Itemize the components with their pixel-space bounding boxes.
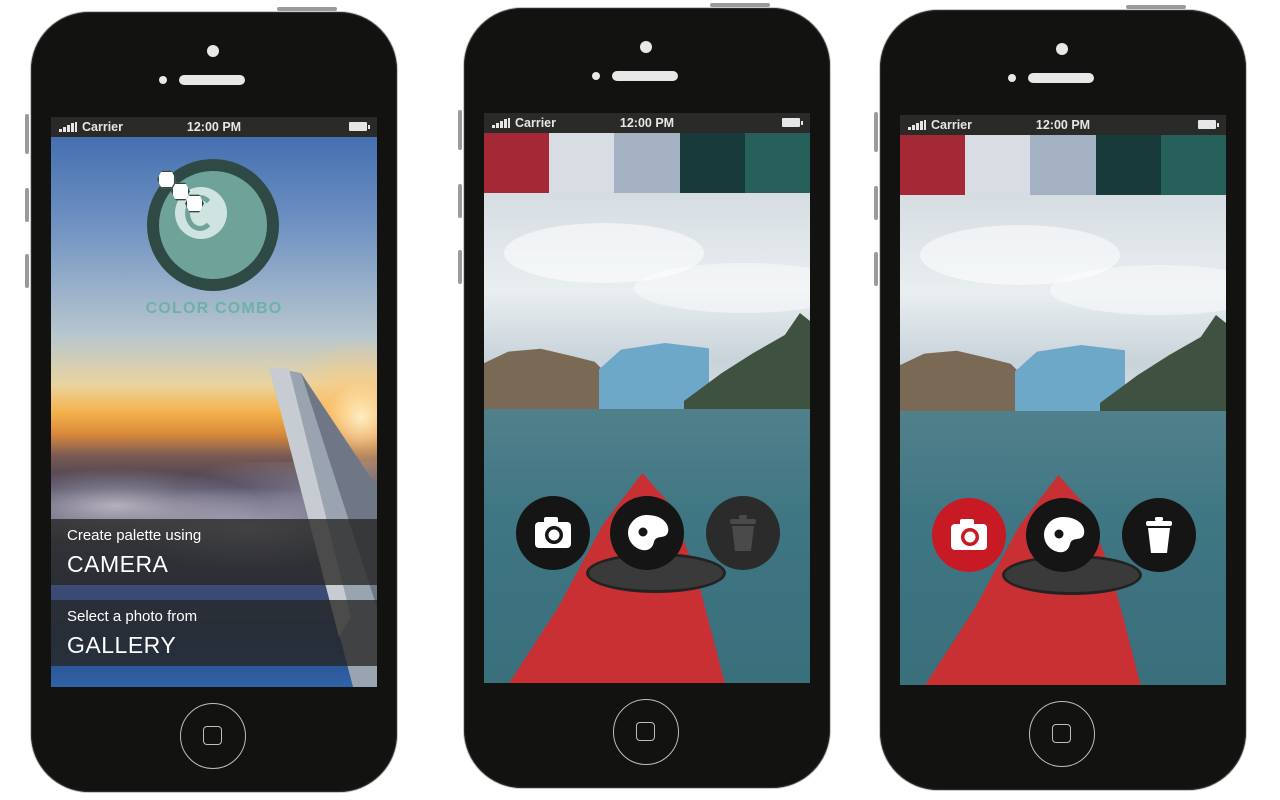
- palette-swatch[interactable]: [614, 133, 680, 193]
- palette-button[interactable]: [610, 496, 684, 570]
- mute-switch: [25, 114, 29, 154]
- volume-down-button: [25, 254, 29, 288]
- power-button: [710, 3, 770, 7]
- gallery-option-button[interactable]: Select a photo from GALLERY: [51, 600, 377, 666]
- power-button: [277, 7, 337, 11]
- palette-swatch[interactable]: [965, 135, 1031, 195]
- palette-swatch[interactable]: [679, 133, 745, 193]
- front-camera: [1056, 43, 1068, 55]
- camera-option-button[interactable]: Create palette using CAMERA: [51, 519, 377, 585]
- proximity-sensor: [159, 76, 167, 84]
- palette-swatch[interactable]: [484, 133, 550, 193]
- camera-option-caption: Create palette using: [67, 527, 202, 544]
- status-bar: Carrier 12:00 PM: [51, 117, 377, 137]
- color-palette: [900, 135, 1226, 195]
- status-bar: Carrier 12:00 PM: [484, 113, 810, 133]
- screen-palette-active: Carrier 12:00 PM: [900, 115, 1226, 685]
- volume-up-button: [874, 186, 878, 220]
- source-photo: [900, 195, 1226, 685]
- trash-icon: [1146, 517, 1172, 553]
- status-bar: Carrier 12:00 PM: [900, 115, 1226, 135]
- front-camera: [207, 45, 219, 57]
- earpiece-speaker: [612, 71, 678, 81]
- palette-icon: [628, 515, 669, 551]
- color-palette: [484, 133, 810, 193]
- home-button[interactable]: [1029, 701, 1095, 767]
- camera-icon: [951, 519, 987, 550]
- proximity-sensor: [1008, 74, 1016, 82]
- camera-icon: [535, 517, 571, 548]
- earpiece-speaker: [1028, 73, 1094, 83]
- screen-palette: Carrier 12:00 PM: [484, 113, 810, 683]
- battery-icon: [349, 122, 370, 131]
- home-button[interactable]: [613, 699, 679, 765]
- phone-frame-palette: Carrier 12:00 PM: [458, 3, 830, 788]
- mountain-left: [484, 348, 619, 415]
- camera-button[interactable]: [516, 496, 590, 570]
- mute-switch: [874, 112, 878, 152]
- source-photo: [484, 193, 810, 683]
- camera-button[interactable]: [932, 498, 1006, 572]
- camera-option-label: CAMERA: [67, 551, 169, 577]
- clock: 12:00 PM: [186, 120, 242, 134]
- delete-button[interactable]: [1122, 498, 1196, 572]
- earpiece-speaker: [179, 75, 245, 85]
- clock: 12:00 PM: [1035, 118, 1091, 132]
- mountain-left: [900, 350, 1035, 417]
- phone-frame-palette-active: Carrier 12:00 PM: [874, 5, 1246, 790]
- battery-icon: [782, 118, 803, 127]
- palette-swatch[interactable]: [1160, 135, 1226, 195]
- battery-icon: [1198, 120, 1219, 129]
- gallery-option-caption: Select a photo from: [67, 608, 198, 625]
- volume-up-button: [458, 184, 462, 218]
- front-camera: [640, 41, 652, 53]
- palette-button[interactable]: [1026, 498, 1100, 572]
- palette-swatch[interactable]: [1095, 135, 1161, 195]
- mute-switch: [458, 110, 462, 150]
- palette-swatch[interactable]: [900, 135, 966, 195]
- palette-icon: [1044, 517, 1085, 553]
- trash-icon: [730, 515, 756, 551]
- gallery-option-label: GALLERY: [67, 632, 177, 658]
- volume-down-button: [458, 250, 462, 284]
- power-button: [1126, 5, 1186, 9]
- palette-swatch[interactable]: [549, 133, 615, 193]
- home-button[interactable]: [180, 703, 246, 769]
- volume-up-button: [25, 188, 29, 222]
- screen-launch: Carrier 12:00 PM COLOR COMBO Create pale…: [51, 117, 377, 687]
- volume-down-button: [874, 252, 878, 286]
- palette-swatch[interactable]: [744, 133, 810, 193]
- app-name: COLOR COMBO: [145, 300, 283, 317]
- delete-button[interactable]: [706, 496, 780, 570]
- proximity-sensor: [592, 72, 600, 80]
- clock: 12:00 PM: [619, 116, 675, 130]
- phone-frame-launch: Carrier 12:00 PM COLOR COMBO Create pale…: [25, 7, 397, 792]
- palette-swatch[interactable]: [1030, 135, 1096, 195]
